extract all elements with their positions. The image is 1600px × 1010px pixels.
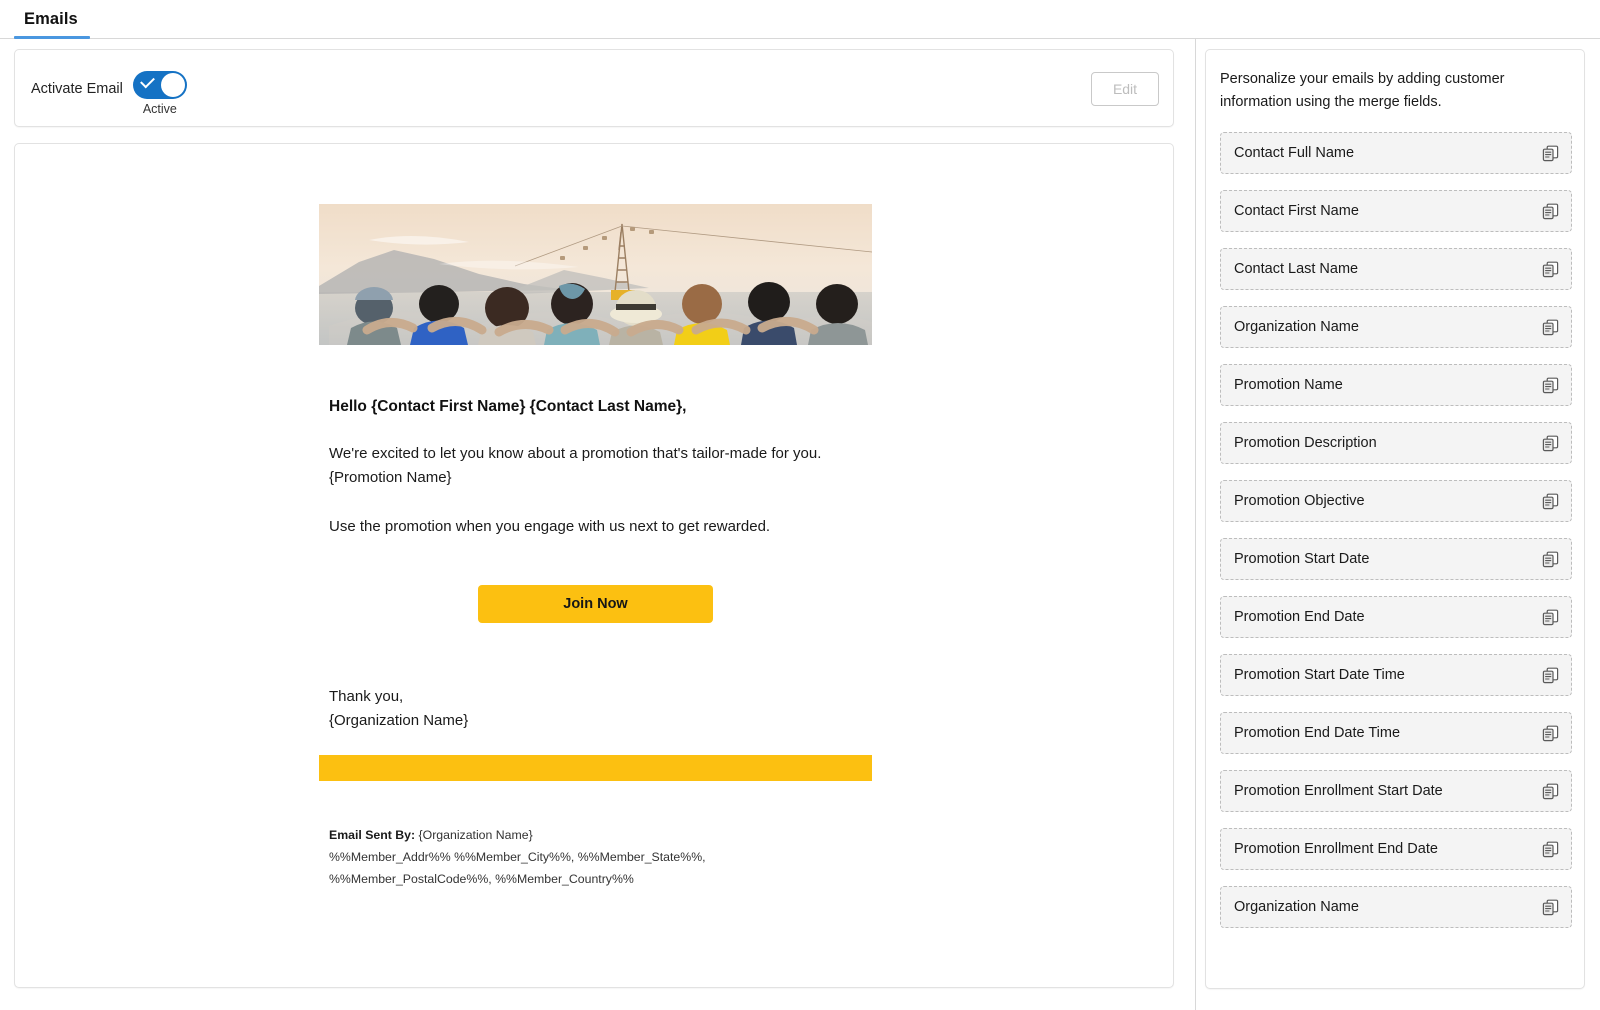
merge-field-item[interactable]: Promotion Description [1220,422,1572,464]
check-icon [139,73,155,88]
email-greeting: Hello {Contact First Name} {Contact Last… [329,398,687,415]
copy-icon[interactable] [1542,145,1559,162]
merge-field-label: Contact First Name [1234,203,1359,219]
email-preview-card: Hello {Contact First Name} {Contact Last… [14,143,1174,988]
activate-email-toggle[interactable] [132,70,187,99]
emails-page: Emails Activate Email Active Edit Hello … [0,0,1600,1010]
merge-field-label: Organization Name [1234,899,1359,915]
activate-email-label: Activate Email [31,81,123,97]
email-paragraph-1: We're excited to let you know about a pr… [329,445,822,486]
merge-field-label: Promotion End Date Time [1234,725,1401,741]
merge-field-item[interactable]: Organization Name [1220,886,1572,928]
copy-icon[interactable] [1542,261,1559,278]
copy-icon[interactable] [1542,841,1559,858]
merge-field-label: Contact Full Name [1234,145,1355,161]
merge-fields-description: Personalize your emails by adding custom… [1220,71,1505,110]
column-divider [1195,39,1196,1010]
merge-field-label: Promotion Objective [1234,493,1365,509]
merge-field-item[interactable]: Contact Full Name [1220,132,1572,174]
copy-icon[interactable] [1542,493,1559,510]
merge-fields-panel: Personalize your emails by adding custom… [1205,49,1585,989]
merge-field-label: Promotion Start Date Time [1234,667,1405,683]
copy-icon[interactable] [1542,319,1559,336]
merge-field-item[interactable]: Contact Last Name [1220,248,1572,290]
merge-fields-list: Contact Full Name Contact First Name Conta… [1220,132,1572,944]
email-cta-wrap: Join Now [319,585,872,623]
merge-field-item[interactable]: Promotion End Date [1220,596,1572,638]
copy-icon[interactable] [1542,725,1559,742]
toggle-knob [160,72,185,97]
email-closing-line-2: {Organization Name} [329,712,469,729]
email-closing-line-1: Thank you, [329,688,404,705]
email-closing: Thank you, {Organization Name} [319,685,872,733]
activate-email-toggle-state: Active [142,101,177,116]
activate-email-toggle-wrap: Active [132,70,187,116]
tab-bar: Emails [0,0,1600,39]
merge-field-item[interactable]: Promotion Enrollment End Date [1220,828,1572,870]
copy-icon[interactable] [1542,377,1559,394]
edit-button[interactable]: Edit [1091,72,1159,106]
copy-icon[interactable] [1542,783,1559,800]
email-footer-sent-by-label: Email Sent By: [329,828,416,842]
join-now-button[interactable]: Join Now [478,585,713,623]
merge-field-label: Organization Name [1234,319,1359,335]
email-divider-bar [319,755,872,781]
copy-icon[interactable] [1542,667,1559,684]
copy-icon[interactable] [1542,609,1559,626]
merge-field-label: Promotion Enrollment Start Date [1234,783,1443,799]
merge-field-label: Promotion Description [1234,435,1377,451]
email-footer-sent-by-value: {Organization Name} [418,828,533,842]
merge-field-item[interactable]: Promotion Name [1220,364,1572,406]
merge-field-label: Promotion Start Date [1234,551,1370,567]
merge-field-item[interactable]: Organization Name [1220,306,1572,348]
email-paragraph-2: Use the promotion when you engage with u… [329,518,771,535]
hero-image [319,204,872,345]
merge-field-label: Contact Last Name [1234,261,1359,277]
merge-field-item[interactable]: Promotion Enrollment Start Date [1220,770,1572,812]
merge-field-item[interactable]: Contact First Name [1220,190,1572,232]
email-footer-address-line-2: %%Member_PostalCode%%, %%Member_Country%… [329,872,634,886]
tab-emails-label: Emails [24,10,78,28]
tab-emails[interactable]: Emails [14,0,88,39]
email-template-body: Hello {Contact First Name} {Contact Last… [319,204,872,890]
email-footer: Email Sent By: {Organization Name} %%Mem… [319,824,872,890]
merge-field-item[interactable]: Promotion Objective [1220,480,1572,522]
activate-email-card: Activate Email Active Edit [14,49,1174,127]
copy-icon[interactable] [1542,203,1559,220]
activate-email-row: Activate Email Active [31,50,187,128]
email-footer-address-line-1: %%Member_Addr%% %%Member_City%%, %%Membe… [329,850,706,864]
merge-field-label: Promotion Name [1234,377,1343,393]
email-editor-column: Activate Email Active Edit Hello {Contac… [0,39,1190,1010]
merge-field-label: Promotion End Date [1234,609,1365,625]
copy-icon[interactable] [1542,435,1559,452]
merge-field-item[interactable]: Promotion End Date Time [1220,712,1572,754]
email-footer-sent-by: Email Sent By: {Organization Name} [329,824,872,846]
merge-field-label: Promotion Enrollment End Date [1234,841,1438,857]
merge-field-item[interactable]: Promotion Start Date [1220,538,1572,580]
copy-icon[interactable] [1542,551,1559,568]
copy-icon[interactable] [1542,899,1559,916]
merge-field-item[interactable]: Promotion Start Date Time [1220,654,1572,696]
